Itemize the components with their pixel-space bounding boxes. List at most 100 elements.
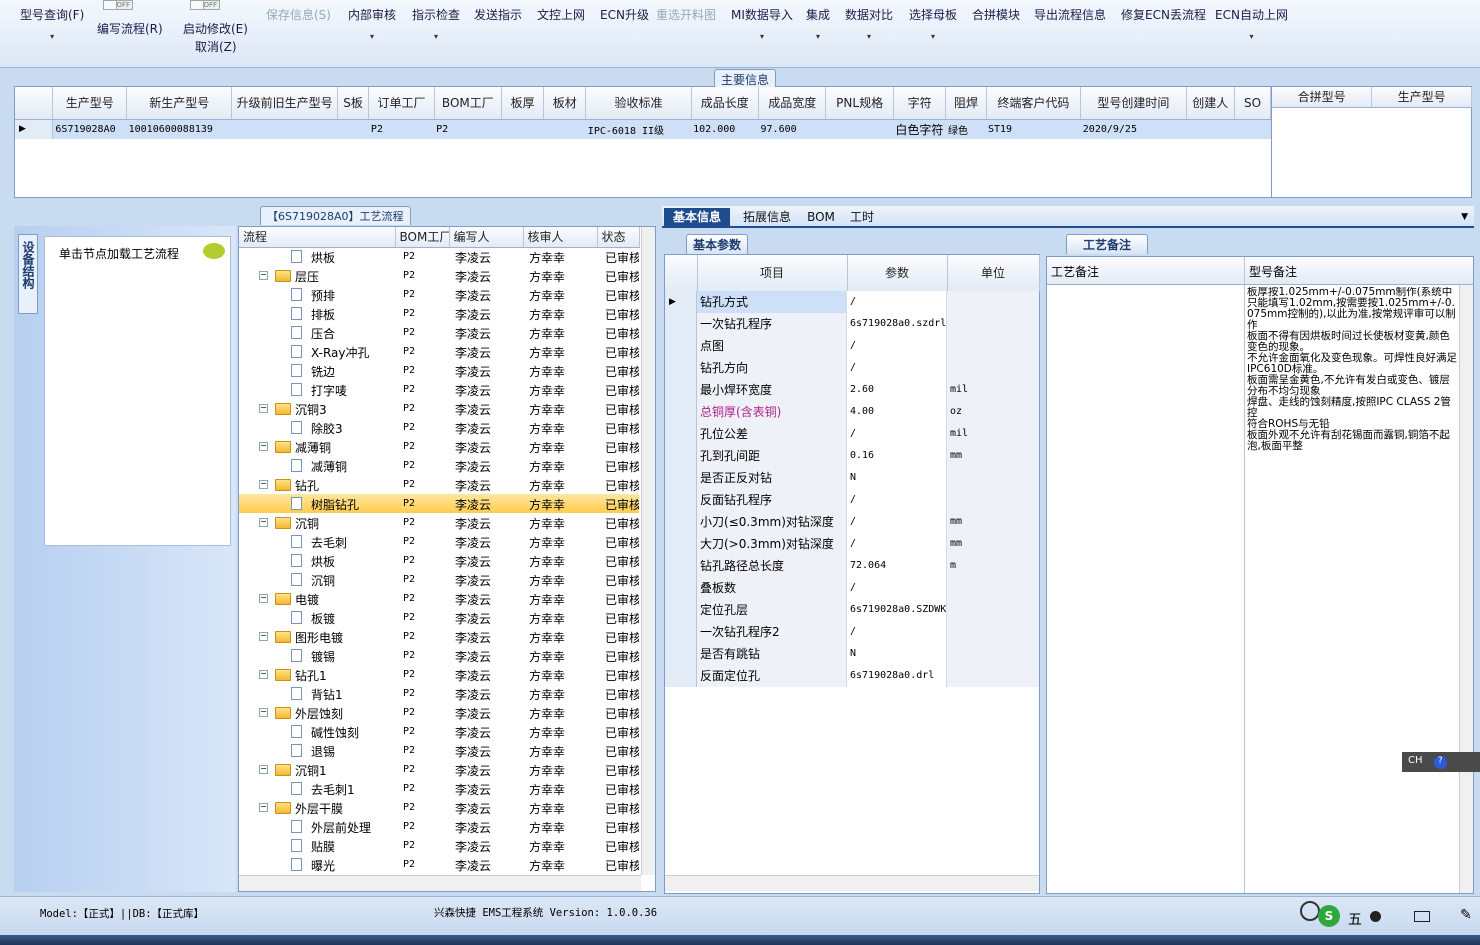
tree-row[interactable]: − 图形电镀 P2 李凌云 方幸幸 已审核 — [239, 627, 639, 646]
param-value[interactable]: / — [847, 357, 947, 379]
col-prod-model[interactable]: 生产型号 — [1371, 87, 1472, 108]
chevron-down-icon[interactable]: ▾ — [806, 32, 830, 41]
tree-row[interactable]: 外层前处理 P2 李凌云 方幸幸 已审核 — [239, 817, 639, 836]
collapse-icon[interactable]: − — [259, 518, 268, 527]
toolbar-button[interactable]: 型号查询(F) ▾ — [20, 6, 84, 41]
tab-0[interactable]: 基本信息 — [664, 208, 730, 228]
toolbar-button[interactable]: 集成 ▾ — [806, 6, 830, 41]
table-cell[interactable] — [826, 119, 893, 139]
tree-row[interactable]: 背钻1 P2 李凌云 方幸幸 已审核 — [239, 684, 639, 703]
toolbar-button[interactable]: 内部审核 ▾ — [348, 6, 396, 41]
tab-1[interactable]: 拓展信息 — [736, 208, 798, 228]
tree-row[interactable]: 铣边 P2 李凌云 方幸幸 已审核 — [239, 361, 639, 380]
col-header[interactable]: 验收标准 — [585, 87, 692, 120]
param-row[interactable]: 反面钻孔程序 / — [665, 489, 1039, 511]
tree-row[interactable]: 曝光 P2 李凌云 方幸幸 已审核 — [239, 855, 639, 874]
table-cell[interactable] — [232, 119, 337, 139]
param-row[interactable]: 钻孔路径总长度 72.064 m — [665, 555, 1039, 577]
collapse-icon[interactable]: − — [259, 594, 268, 603]
moon-icon[interactable] — [1370, 911, 1381, 922]
param-value[interactable]: / — [847, 511, 947, 533]
table-cell[interactable]: 绿色 — [946, 119, 986, 139]
tree-row[interactable]: 打字唛 P2 李凌云 方幸幸 已审核 — [239, 380, 639, 399]
col-header[interactable]: 编写人 — [449, 227, 524, 248]
tree-row[interactable]: − 钻孔1 P2 李凌云 方幸幸 已审核 — [239, 665, 639, 684]
toolbar-button[interactable]: ECN升级 — [600, 6, 649, 23]
param-row[interactable]: 总铜厚(含表铜) 4.00 oz — [665, 401, 1039, 423]
collapse-icon[interactable]: − — [259, 765, 268, 774]
toolbar-button[interactable]: MI数据导入 ▾ — [731, 6, 793, 41]
table-cell[interactable]: 10010600088139 — [127, 119, 232, 139]
table-cell[interactable]: P2 — [369, 119, 434, 139]
table-cell[interactable]: 102.000 — [691, 119, 758, 139]
tree-row[interactable]: − 沉铜1 P2 李凌云 方幸幸 已审核 — [239, 760, 639, 779]
col-header[interactable]: 阻焊 — [945, 87, 987, 120]
tab-3[interactable]: 工时 — [844, 208, 880, 228]
tree-row[interactable]: X-Ray冲孔 P2 李凌云 方幸幸 已审核 — [239, 342, 639, 361]
param-value[interactable]: / — [847, 291, 947, 313]
col-header[interactable]: 单位 — [947, 255, 1040, 292]
ime-toolbar[interactable]: CH ? — [1402, 752, 1480, 772]
col-header[interactable]: 字符 — [893, 87, 947, 120]
param-row[interactable]: 小刀(≤0.3mm)对钻深度 / mm — [665, 511, 1039, 533]
col-header[interactable]: BOM工厂 — [395, 227, 450, 248]
tree-row[interactable]: 去毛刺1 P2 李凌云 方幸幸 已审核 — [239, 779, 639, 798]
toolbar-button[interactable]: 启动修改(E) — [183, 20, 248, 37]
collapse-icon[interactable]: − — [259, 803, 268, 812]
sogou-ime-icon[interactable]: S — [1318, 905, 1340, 927]
keyboard-icon[interactable] — [1414, 911, 1430, 922]
param-row[interactable]: 一次钻孔程序2/ — [665, 621, 1039, 643]
param-value[interactable]: 6s719028a0.drl — [847, 665, 947, 687]
table-cell[interactable] — [337, 119, 369, 139]
chevron-down-icon[interactable]: ▾ — [20, 32, 84, 41]
cancel-button[interactable]: 取消(Z) — [195, 38, 237, 55]
table-cell[interactable] — [502, 119, 544, 139]
collapse-icon[interactable]: − — [259, 271, 268, 280]
tree-row[interactable]: 贴膜 P2 李凌云 方幸幸 已审核 — [239, 836, 639, 855]
tree-vscroll[interactable] — [641, 227, 655, 875]
collapse-icon[interactable]: − — [259, 632, 268, 641]
col-header[interactable]: SO — [1234, 87, 1271, 120]
toolbar-button[interactable]: 导出流程信息 — [1034, 6, 1106, 23]
table-cell[interactable] — [1235, 119, 1271, 139]
col-header[interactable]: 成品宽度 — [758, 87, 827, 120]
param-value[interactable]: / — [847, 577, 947, 599]
remarks-vscroll[interactable] — [1459, 285, 1473, 893]
table-cell[interactable]: ST19 — [986, 119, 1081, 139]
param-row[interactable]: 孔到孔间距 0.16 mm — [665, 445, 1039, 467]
equipment-tree[interactable]: 单击节点加载工艺流程 — [44, 236, 231, 546]
tree-row[interactable]: 烘板 P2 李凌云 方幸幸 已审核 — [239, 247, 639, 266]
tree-row[interactable]: 板镀 P2 李凌云 方幸幸 已审核 — [239, 608, 639, 627]
tree-row[interactable]: 排板 P2 李凌云 方幸幸 已审核 — [239, 304, 639, 323]
param-row[interactable]: 一次钻孔程序 6s719028a0.szdrl — [665, 313, 1039, 335]
chevron-down-icon[interactable]: ▾ — [731, 32, 793, 41]
table-cell[interactable]: 97.600 — [759, 119, 826, 139]
collapse-icon[interactable]: − — [259, 480, 268, 489]
toolbar-button[interactable]: 数据对比 ▾ — [845, 6, 893, 41]
toggle-switch[interactable]: OFF — [103, 0, 133, 10]
help-icon[interactable]: ? — [1433, 756, 1447, 769]
param-row[interactable]: 是否有跳钻 N — [665, 643, 1039, 665]
param-value[interactable]: / — [847, 489, 947, 511]
col-header[interactable]: 升级前旧生产型号 — [231, 87, 338, 120]
tree-row[interactable]: − 沉铜3 P2 李凌云 方幸幸 已审核 — [239, 399, 639, 418]
toolbar-button[interactable]: 发送指示 — [474, 6, 522, 23]
tree-row[interactable]: − 沉铜 P2 李凌云 方幸幸 已审核 — [239, 513, 639, 532]
col-header[interactable]: 订单工厂 — [368, 87, 435, 120]
param-value[interactable]: 6s719028a0.szdrl — [847, 313, 947, 335]
toolbar-button[interactable]: 编写流程(R) — [97, 20, 163, 37]
param-value[interactable]: 0.16 — [847, 445, 947, 467]
toolbar-button[interactable]: 选择母板 ▾ — [909, 6, 957, 41]
toolbar-button[interactable]: 合拼模块 — [972, 6, 1020, 23]
tree-row[interactable]: 压合 P2 李凌云 方幸幸 已审核 — [239, 323, 639, 342]
col-header[interactable]: 状态 — [597, 227, 640, 248]
tab-2[interactable]: BOM — [804, 208, 838, 228]
table-cell[interactable]: 6S719028A0 — [53, 119, 127, 139]
param-row[interactable]: 定位孔层 6s719028a0.SZDWK — [665, 599, 1039, 621]
col-header[interactable]: 终端客户代码 — [986, 87, 1082, 120]
chevron-down-icon[interactable]: ▾ — [909, 32, 957, 41]
toolbar-button[interactable]: 指示检查 ▾ — [412, 6, 460, 41]
tree-row[interactable]: 镀锡 P2 李凌云 方幸幸 已审核 — [239, 646, 639, 665]
param-value[interactable]: / — [847, 423, 947, 445]
param-row[interactable]: ▶ 钻孔方式 / — [665, 291, 1039, 313]
